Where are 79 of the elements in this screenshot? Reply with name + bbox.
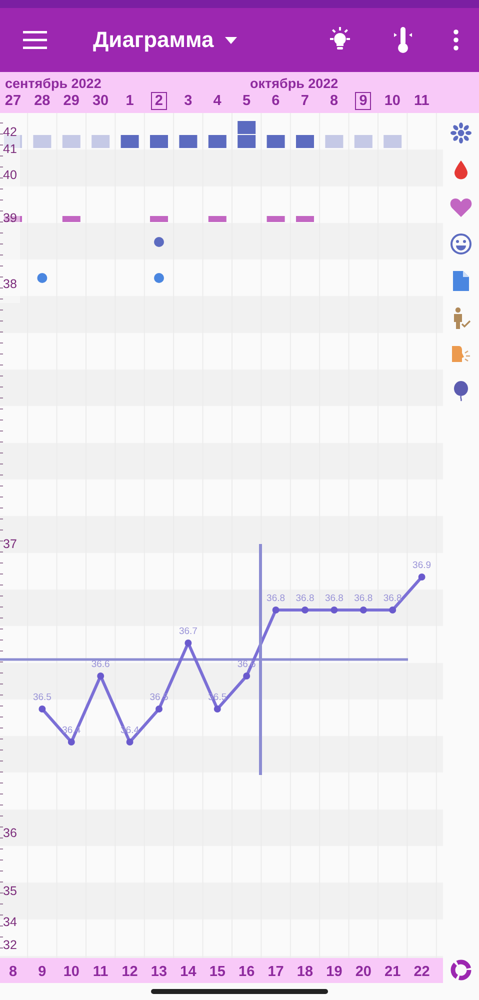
axis-label: 16 — [238, 964, 255, 980]
data-point — [184, 640, 192, 646]
date-label[interactable]: 11 — [410, 92, 434, 110]
axis-label: 41 — [3, 142, 17, 156]
data-point — [156, 706, 162, 712]
data-point — [97, 672, 104, 680]
date-label[interactable]: 30 — [88, 92, 113, 110]
drop-icon[interactable] — [454, 159, 468, 181]
axis-label: 13 — [150, 964, 168, 980]
date-label[interactable]: 8 — [326, 92, 342, 110]
axis-label: 19 — [326, 964, 342, 980]
heart-icon[interactable] — [450, 196, 472, 218]
smiley-icon[interactable] — [450, 233, 472, 255]
axis-label: 21 — [384, 964, 401, 980]
date-label[interactable]: 29 — [59, 92, 84, 110]
axis-label: 11 — [92, 964, 108, 980]
axis-label: 9 — [38, 964, 46, 980]
date-label[interactable]: 6 — [268, 92, 284, 110]
data-label: 36.9 — [412, 560, 432, 571]
data-point — [38, 706, 46, 712]
flower-icon[interactable] — [450, 122, 472, 144]
date-label[interactable]: 10 — [380, 92, 404, 110]
axis-label: 12 — [122, 964, 138, 980]
menu-icon[interactable] — [23, 31, 47, 49]
data-point — [68, 738, 75, 746]
data-point — [389, 606, 396, 614]
date-label[interactable]: 9 — [355, 92, 372, 110]
data-point — [360, 606, 367, 614]
date-label[interactable]: 4 — [209, 92, 226, 110]
date-label[interactable]: 1 — [122, 92, 138, 110]
month-label: сентябрь 2022 — [5, 76, 102, 91]
axis-label: 22 — [414, 964, 430, 980]
axis-label: 17 — [268, 964, 284, 980]
data-point — [418, 574, 426, 580]
more-icon[interactable] — [453, 29, 459, 51]
data-label: 36.8 — [383, 593, 402, 604]
square-marker — [238, 121, 256, 134]
axis-label: 38 — [3, 277, 17, 291]
data-point — [272, 606, 280, 614]
thermometer-icon[interactable] — [393, 26, 413, 54]
data-label: 36.8 — [354, 593, 373, 604]
data-label: 36.8 — [324, 593, 344, 604]
document-icon[interactable] — [453, 270, 469, 292]
axis-label: 35 — [3, 884, 17, 898]
date-label[interactable]: 27 — [0, 92, 26, 110]
cycle-icon[interactable] — [450, 959, 472, 981]
data-point — [126, 738, 134, 746]
data-label: 36.8 — [296, 593, 314, 604]
date-label[interactable]: 28 — [30, 92, 54, 110]
date-label[interactable]: 5 — [238, 92, 255, 110]
axis-label: 14 — [180, 964, 196, 980]
date-label[interactable]: 2 — [150, 92, 167, 110]
date-label[interactable]: 7 — [296, 92, 313, 110]
axis-label: 42 — [3, 125, 17, 139]
axis-label: 10 — [63, 964, 80, 980]
axis-label: 8 — [8, 964, 18, 980]
data-label: 36.6 — [91, 659, 110, 670]
caret-icon[interactable] — [224, 36, 237, 44]
data-label: 36.7 — [178, 626, 198, 637]
axis-label: 36 — [3, 826, 17, 840]
axis-label: 40 — [3, 168, 17, 182]
data-point — [243, 672, 250, 680]
screen-title[interactable]: Диаграмма — [93, 27, 214, 53]
axis-label: 15 — [209, 964, 226, 980]
date-label[interactable]: 3 — [180, 92, 196, 110]
data-point — [302, 606, 308, 614]
axis-label: 39 — [3, 211, 17, 225]
data-label: 36.8 — [266, 593, 286, 604]
data-point — [330, 606, 338, 614]
axis-label: 18 — [296, 964, 314, 980]
data-point — [214, 706, 221, 712]
data-label: 36.5 — [32, 692, 52, 703]
axis-label: 34 — [3, 915, 17, 929]
balloon-icon[interactable] — [453, 381, 469, 403]
person-check-icon[interactable] — [451, 307, 471, 329]
axis-label: 32 — [3, 938, 17, 952]
axis-label: 20 — [355, 964, 372, 980]
axis-label: 37 — [3, 537, 17, 551]
month-label: октябрь 2022 — [250, 76, 338, 91]
